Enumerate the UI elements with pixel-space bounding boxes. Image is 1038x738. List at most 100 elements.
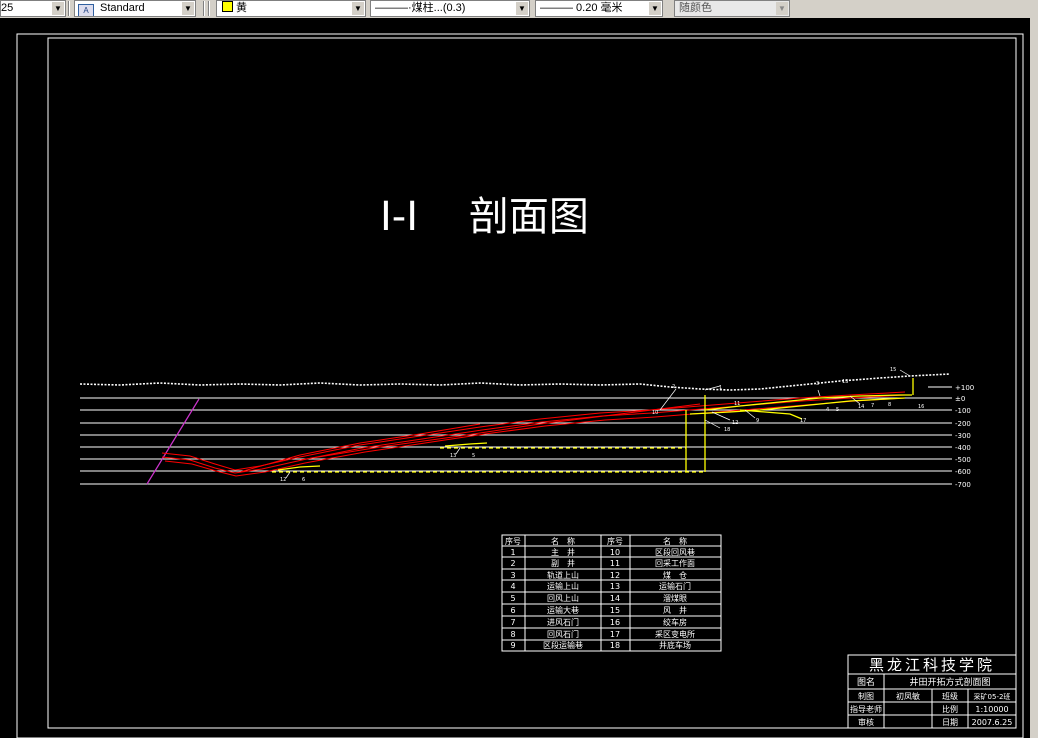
legend-cell: 5 [510, 594, 515, 603]
legend-cell: 16 [610, 618, 620, 627]
linetype-value: ———·煤柱...(0.3) [375, 2, 466, 14]
title-block-label: 制图 [858, 691, 874, 701]
legend-cell: 溜煤眼 [663, 593, 687, 603]
legend-cell: 13 [610, 582, 620, 591]
vertical-scrollbar[interactable] [1030, 18, 1038, 738]
drawing-canvas[interactable]: I-I 剖面图 +100 ±0 -100 -200 -300 -400 -500… [0, 18, 1030, 738]
title-block-drawn-by: 初凤敏 [896, 691, 920, 701]
elevation-label: -300 [955, 432, 971, 440]
legend-cell: 回风石门 [547, 629, 579, 639]
inner-border [47, 37, 1017, 729]
legend-cell: 14 [610, 594, 620, 603]
text-style-icon: A [78, 4, 94, 16]
marker-label: 11 [734, 401, 740, 407]
chevron-down-icon[interactable]: ▼ [352, 2, 364, 15]
legend-cell: 7 [510, 618, 515, 627]
chevron-down-icon[interactable]: ▼ [776, 2, 788, 15]
ground-surface [79, 373, 951, 391]
legend-cell: 煤 仓 [663, 570, 687, 580]
color-value: 黄 [236, 2, 247, 14]
marker-label: 1 [719, 385, 722, 391]
marker-label: 12 [280, 477, 286, 483]
legend-header: 序号 [607, 536, 623, 546]
legend-cell: 副 井 [551, 558, 575, 568]
drawing-svg: I-I 剖面图 +100 ±0 -100 -200 -300 -400 -500… [16, 33, 1024, 738]
coal-seams [161, 391, 906, 477]
marker-label: 5 [472, 453, 475, 459]
legend-cell: 10 [610, 548, 620, 557]
marker-label: 3 [816, 381, 819, 387]
title-block-class: 采矿05-2班 [974, 692, 1011, 701]
title-block-label: 图名 [857, 676, 875, 688]
scale-dropdown[interactable]: 25 ▼ [0, 0, 66, 17]
legend-cell: 区段回风巷 [655, 547, 695, 557]
marker-label: 7 [871, 403, 874, 409]
title-block-label: 班级 [942, 691, 958, 701]
outer-border [16, 33, 1024, 738]
chevron-down-icon[interactable]: ▼ [52, 2, 64, 15]
marker-label: 15 [890, 367, 896, 373]
chevron-down-icon[interactable]: ▼ [182, 2, 194, 15]
marker-label: 10 [652, 410, 658, 416]
legend-header: 序号 [505, 536, 521, 546]
legend-cell: 运输大巷 [547, 605, 579, 615]
legend-cell: 17 [610, 630, 620, 639]
legend-cell: 3 [510, 571, 515, 580]
color-swatch-icon [222, 1, 233, 12]
legend-cell: 15 [610, 606, 620, 615]
marker-label: 4 [826, 407, 829, 413]
title-block-drawing-name: 井田开拓方式剖面图 [909, 676, 990, 688]
legend-cell: 1 [510, 548, 515, 557]
legend-cell: 运输石门 [659, 581, 691, 591]
elevation-label: -700 [955, 481, 971, 489]
title-block-scale: 1:10000 [975, 705, 1008, 714]
legend-cell: 采区变电所 [655, 629, 695, 639]
title-block-label: 审核 [858, 717, 874, 727]
marker-label: 9 [756, 418, 759, 424]
title-block: 黑龙江科技学院 图名 井田开拓方式剖面图 制图 初凤敏 班级 采矿05-2班 指… [847, 654, 1017, 729]
chevron-down-icon[interactable]: ▼ [649, 2, 661, 15]
marker-label: 2 [672, 384, 675, 390]
legend-cell: 运输上山 [547, 581, 579, 591]
text-style-value: Standard [100, 2, 145, 14]
marker-label: 17 [800, 418, 806, 424]
elevation-label: -400 [955, 444, 971, 452]
toolbar-separator [68, 1, 70, 16]
title-block-date: 2007.6.25 [972, 718, 1013, 727]
properties-toolbar: 25 ▼ A Standard ▼ 黄 ▼ ———·煤柱...(0.3) ▼ ——… [0, 0, 1038, 19]
lineweight-dropdown[interactable]: ——— 0.20 毫米 ▼ [535, 0, 663, 17]
toolbar-separator [208, 1, 210, 16]
legend-cell: 风 井 [663, 605, 687, 615]
legend-cell: 进风石门 [547, 617, 579, 627]
text-style-dropdown[interactable]: A Standard ▼ [74, 0, 196, 17]
plot-style-dropdown[interactable]: 随颜色 ▼ [674, 0, 790, 17]
elevation-label: -100 [955, 407, 971, 415]
legend-cell: 2 [510, 559, 515, 568]
legend-cell: 11 [610, 559, 620, 568]
marker-label: 13 [450, 453, 456, 459]
legend-header: 名 称 [551, 536, 575, 546]
marker-label: 13 [842, 379, 848, 385]
marker-label: 12 [732, 420, 738, 426]
elevation-label: +100 [955, 384, 974, 392]
title-block-label: 指导老师 [850, 704, 882, 714]
legend-cell: 12 [610, 571, 620, 580]
title-block-label: 比例 [942, 704, 958, 714]
elevation-label: ±0 [955, 395, 965, 403]
color-dropdown[interactable]: 黄 ▼ [216, 0, 366, 17]
marker-label: 16 [918, 404, 924, 410]
drawing-title: I-I 剖面图 [380, 194, 589, 240]
legend-cell: 井底车场 [659, 640, 691, 650]
elevation-label: -500 [955, 456, 971, 464]
marker-label: 5 [836, 407, 839, 413]
legend-cell: 主 井 [551, 547, 575, 557]
title-block-label: 日期 [942, 718, 958, 727]
legend-cell: 18 [610, 641, 620, 650]
plot-style-value: 随颜色 [679, 2, 712, 14]
title-block-school: 黑龙江科技学院 [869, 656, 995, 674]
lineweight-value: ——— 0.20 毫米 [540, 2, 623, 14]
linetype-dropdown[interactable]: ———·煤柱...(0.3) ▼ [370, 0, 530, 17]
chevron-down-icon[interactable]: ▼ [516, 2, 528, 15]
scale-value: 25 [1, 2, 14, 14]
marker-label: 8 [888, 402, 891, 408]
